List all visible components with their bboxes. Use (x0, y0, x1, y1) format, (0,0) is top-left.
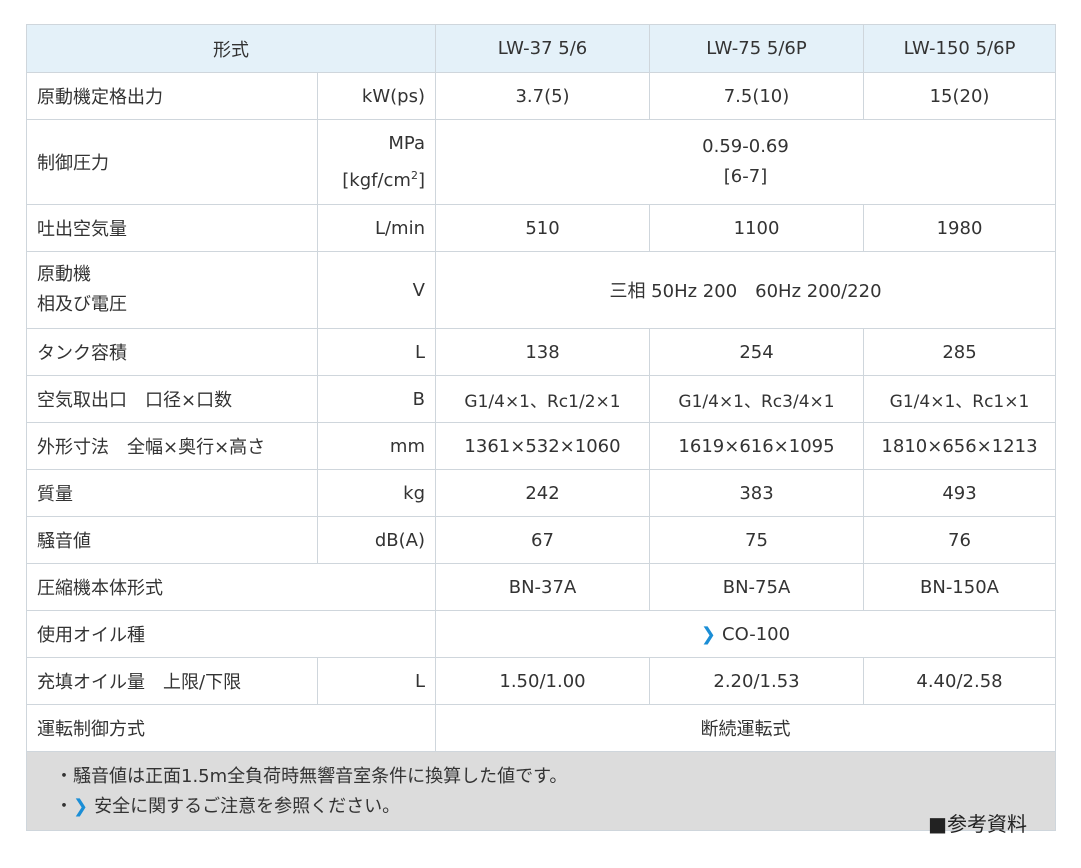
cell-value: 断続運転式 (435, 704, 1056, 752)
spec-table: 形式 LW-37 5/6 LW-75 5/6P LW-150 5/6P 原動機定… (26, 24, 1056, 836)
cell-value: 1.50/1.00 (435, 657, 650, 705)
row-label: タンク容積 (26, 328, 318, 376)
cell-value: 15(20) (863, 72, 1056, 120)
cell-value: 1100 (649, 204, 864, 252)
notes-row: ・騒音値は正面1.5m全負荷時無響音室条件に換算した値です。 ・❯ 安全に関するご… (26, 751, 1056, 836)
unit-line2: [kgf/cm2] (342, 168, 425, 191)
cell-value: 1980 (863, 204, 1056, 252)
row-unit: L/min (317, 204, 436, 252)
row-unit: mm (317, 422, 436, 470)
row-air-flow: 吐出空気量 L/min 510 1100 1980 (26, 204, 1056, 252)
cell-value: 75 (649, 516, 864, 564)
row-control: 運転制御方式 断続運転式 (26, 704, 1056, 752)
chevron-right-icon: ❯ (700, 623, 716, 645)
cell-value: G1/4×1、Rc1/2×1 (435, 375, 650, 423)
model-lw150: LW-150 5/6P (863, 24, 1056, 73)
row-noise: 騒音値 dB(A) 67 75 76 (26, 516, 1056, 564)
row-tank: タンク容積 L 138 254 285 (26, 328, 1056, 376)
oil-type-link[interactable]: ❯ CO-100 (435, 610, 1056, 658)
cell-value: 三相 50Hz 200 60Hz 200/220 (435, 251, 1056, 329)
row-label: 制御圧力 (26, 119, 318, 205)
cell-value: BN-37A (435, 563, 650, 611)
row-label: 外形寸法 全幅×奥行×高さ (26, 422, 318, 470)
cell-value: 3.7(5) (435, 72, 650, 120)
oil-type-value[interactable]: CO-100 (722, 624, 790, 645)
row-unit: L (317, 657, 436, 705)
cell-value: BN-150A (863, 563, 1056, 611)
cell-value: 493 (863, 469, 1056, 517)
row-unit: B (317, 375, 436, 423)
notes-cell: ・騒音値は正面1.5m全負荷時無響音室条件に換算した値です。 ・❯ 安全に関するご… (26, 751, 1056, 836)
row-label: 圧縮機本体形式 (26, 563, 436, 611)
row-label: 質量 (26, 469, 318, 517)
note-noise: ・騒音値は正面1.5m全負荷時無響音室条件に換算した値です。 (55, 766, 568, 787)
unit-line1: MPa (388, 132, 425, 154)
row-label: 使用オイル種 (26, 610, 436, 658)
row-label: 騒音値 (26, 516, 318, 564)
cell-value: 1810×656×1213 (863, 422, 1056, 470)
value-line2: [6-7] (723, 166, 768, 187)
row-power: 原動機定格出力 kW(ps) 3.7(5) 7.5(10) 15(20) (26, 72, 1056, 120)
safety-link[interactable]: 安全に関するご注意を参照ください。 (94, 796, 400, 817)
cell-value: 7.5(10) (649, 72, 864, 120)
cell-value: 76 (863, 516, 1056, 564)
row-dimensions: 外形寸法 全幅×奥行×高さ mm 1361×532×1060 1619×616×… (26, 422, 1056, 470)
row-motor: 原動機 相及び電圧 V 三相 50Hz 200 60Hz 200/220 (26, 251, 1056, 329)
row-compressor: 圧縮機本体形式 BN-37A BN-75A BN-150A (26, 563, 1056, 611)
cell-value: 510 (435, 204, 650, 252)
cell-value: 1619×616×1095 (649, 422, 864, 470)
row-oil-amount: 充填オイル量 上限/下限 L 1.50/1.00 2.20/1.53 4.40/… (26, 657, 1056, 705)
notes-box: ・騒音値は正面1.5m全負荷時無響音室条件に換算した値です。 ・❯ 安全に関するご… (37, 752, 1045, 836)
cell-value: 383 (649, 469, 864, 517)
row-unit: L (317, 328, 436, 376)
model-label: 形式 (26, 24, 436, 73)
cell-value: 67 (435, 516, 650, 564)
row-label: 運転制御方式 (26, 704, 436, 752)
header-row: 形式 LW-37 5/6 LW-75 5/6P LW-150 5/6P (26, 24, 1056, 73)
note-safety: ・❯ 安全に関するご注意を参照ください。 (55, 796, 401, 817)
cell-value: 242 (435, 469, 650, 517)
row-oil-type: 使用オイル種 ❯ CO-100 (26, 610, 1056, 658)
model-lw75: LW-75 5/6P (649, 24, 864, 73)
row-label: 空気取出口 口径×口数 (26, 375, 318, 423)
value-line1: 0.59-0.69 (702, 136, 789, 157)
cell-value: 285 (863, 328, 1056, 376)
cell-value: 4.40/2.58 (863, 657, 1056, 705)
row-pressure: 制御圧力 MPa [kgf/cm2] 0.59-0.69 [6-7] (26, 119, 1056, 205)
cell-value: 0.59-0.69 [6-7] (435, 119, 1056, 205)
model-lw37: LW-37 5/6 (435, 24, 650, 73)
row-unit: MPa [kgf/cm2] (317, 119, 436, 205)
cell-value: BN-75A (649, 563, 864, 611)
row-label: 充填オイル量 上限/下限 (26, 657, 318, 705)
cell-value: 2.20/1.53 (649, 657, 864, 705)
reference-label: ■参考資料 (928, 812, 1027, 836)
cell-value: 138 (435, 328, 650, 376)
row-outlet: 空気取出口 口径×口数 B G1/4×1、Rc1/2×1 G1/4×1、Rc3/… (26, 375, 1056, 423)
row-unit: V (317, 251, 436, 329)
row-mass: 質量 kg 242 383 493 (26, 469, 1056, 517)
row-unit: dB(A) (317, 516, 436, 564)
row-label: 吐出空気量 (26, 204, 318, 252)
cell-value: 254 (649, 328, 864, 376)
cell-value: 1361×532×1060 (435, 422, 650, 470)
chevron-right-icon: ❯ (73, 796, 89, 817)
row-label: 原動機 相及び電圧 (26, 251, 318, 329)
cell-value: G1/4×1、Rc3/4×1 (649, 375, 864, 423)
row-unit: kg (317, 469, 436, 517)
row-unit: kW(ps) (317, 72, 436, 120)
row-label: 原動機定格出力 (26, 72, 318, 120)
cell-value: G1/4×1、Rc1×1 (863, 375, 1056, 423)
